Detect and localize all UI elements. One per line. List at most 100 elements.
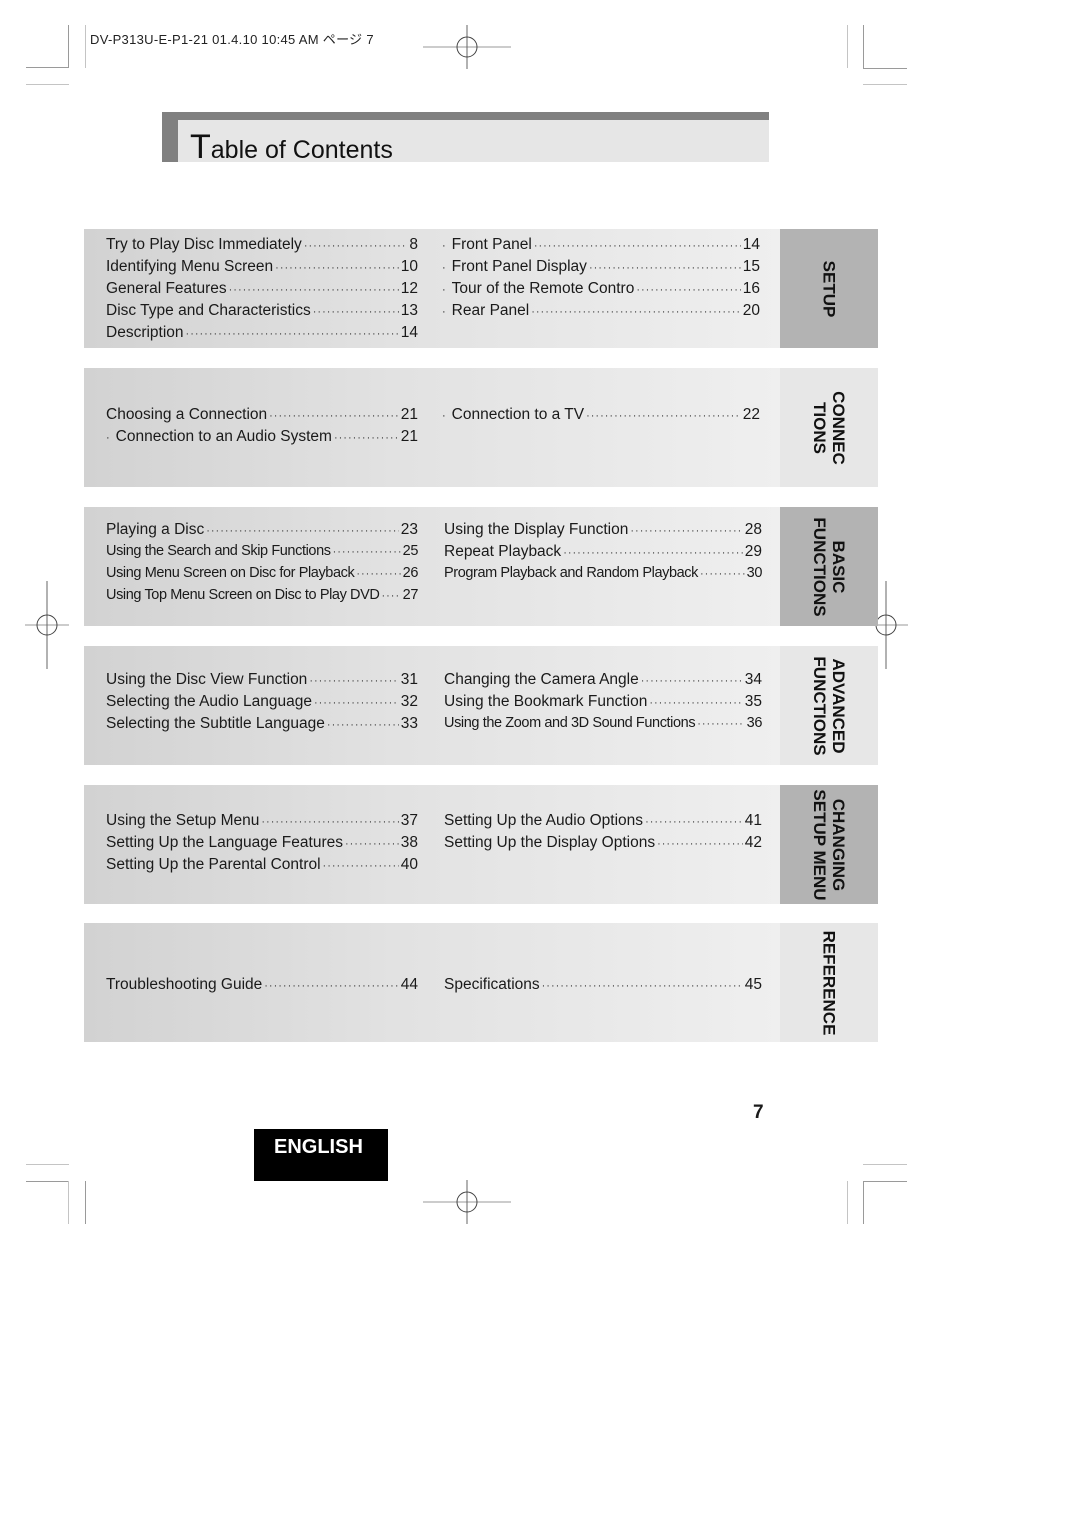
tab-label-line: BASIC: [829, 540, 848, 593]
toc-entry-title: Rear Panel: [451, 302, 530, 319]
section-tab[interactable]: REFERENCE: [780, 923, 878, 1042]
dot-leader: [542, 980, 743, 992]
tab-label-line: SETUP: [819, 260, 839, 317]
toc-entry[interactable]: Setting Up the Audio Options 41: [444, 812, 762, 830]
toc-entry-page: 38: [400, 834, 418, 851]
toc-entry[interactable]: Using Top Menu Screen on Disc to Play DV…: [106, 587, 418, 603]
dot-leader: [697, 718, 744, 730]
dot-leader: [700, 568, 745, 580]
toc-entry[interactable]: Using the Display Function 28: [444, 521, 762, 539]
toc-entry-title: Setting Up the Audio Options: [444, 812, 644, 829]
toc-entry[interactable]: Troubleshooting Guide 44: [106, 976, 418, 994]
dot-leader: [334, 432, 399, 444]
section-tab[interactable]: ADVANCED FUNCTIONS: [780, 646, 878, 765]
dot-leader: [657, 838, 743, 850]
toc-entry-title: Using the Disc View Function: [106, 671, 308, 688]
toc-entry-title: Tour of the Remote Contro: [451, 280, 635, 297]
section-tab[interactable]: SETUP: [780, 229, 878, 348]
toc-entry[interactable]: · Front Panel 14: [442, 236, 760, 254]
toc-entry-title: Disc Type and Characteristics: [106, 302, 311, 319]
dot-leader: [261, 816, 398, 828]
toc-entry[interactable]: Using the Bookmark Function 35: [444, 693, 762, 711]
toc-entry[interactable]: · Connection to a TV 22: [442, 406, 760, 424]
section-tab[interactable]: CHANGING SETUP MENU: [780, 785, 878, 904]
section-tab-label: CHANGING SETUP MENU: [810, 789, 848, 900]
toc-entry[interactable]: Choosing a Connection 21: [106, 406, 418, 424]
toc-entry[interactable]: Repeat Playback 29: [444, 543, 762, 561]
crop-mark: [26, 1164, 69, 1165]
toc-entry[interactable]: Specifications 45: [444, 976, 762, 994]
section-tab[interactable]: CONNEC TIONS: [780, 368, 878, 487]
toc-entry[interactable]: · Connection to an Audio System 21: [106, 428, 418, 446]
toc-entry-page: 32: [400, 693, 418, 710]
bullet-icon: ·: [442, 240, 446, 252]
crop-mark: [863, 1181, 864, 1224]
toc-entry-page: 36: [746, 715, 763, 731]
dot-leader: [636, 284, 740, 296]
tab-label-line: CONNEC: [829, 390, 848, 465]
toc-entry[interactable]: Setting Up the Language Features 38: [106, 834, 418, 852]
toc-section: SETUP Try to Play Disc Immediately 8 Identi…: [84, 229, 878, 348]
section-tab[interactable]: BASIC FUNCTIONS: [780, 507, 878, 626]
crop-mark: [26, 67, 69, 68]
toc-entry-page: 34: [744, 671, 762, 688]
toc-entry[interactable]: Identifying Menu Screen 10: [106, 258, 418, 276]
dot-leader: [381, 590, 400, 602]
toc-entry[interactable]: · Front Panel Display 15: [442, 258, 760, 276]
toc-entry[interactable]: Using the Search and Skip Functions 25: [106, 543, 418, 559]
toc-entry[interactable]: Program Playback and Random Playback 30: [444, 565, 762, 581]
toc-entry[interactable]: Using Menu Screen on Disc for Playback 26: [106, 565, 418, 581]
page-title: Table of Contents: [190, 128, 393, 167]
toc-entry-page: 13: [400, 302, 418, 319]
toc-entry-title: Connection to an Audio System: [115, 428, 332, 445]
toc-entry-title: Description: [106, 324, 184, 341]
toc-entry[interactable]: General Features 12: [106, 280, 418, 298]
toc-entry[interactable]: Description 14: [106, 324, 418, 342]
toc-entry-page: 14: [742, 236, 760, 253]
toc-entry-page: 15: [742, 258, 760, 275]
dot-leader: [264, 980, 399, 992]
dot-leader: [314, 697, 399, 709]
toc-entry-title: Using Menu Screen on Disc for Playback: [106, 565, 355, 581]
section-tab-label: SETUP: [820, 260, 839, 317]
dot-leader: [313, 306, 399, 318]
dot-leader: [586, 410, 741, 422]
toc-entry-title: Front Panel Display: [451, 258, 587, 275]
toc-entry[interactable]: Using the Disc View Function 31: [106, 671, 418, 689]
toc-entry[interactable]: Selecting the Subtitle Language 33: [106, 715, 418, 733]
toc-entry[interactable]: Setting Up the Display Options 42: [444, 834, 762, 852]
dot-leader: [563, 547, 743, 559]
toc-entry[interactable]: Selecting the Audio Language 32: [106, 693, 418, 711]
toc-entry-title: Specifications: [444, 976, 540, 993]
toc-entry[interactable]: Using the Setup Menu 37: [106, 812, 418, 830]
dot-leader: [269, 410, 399, 422]
toc-entry-title: Setting Up the Language Features: [106, 834, 343, 851]
dot-leader: [275, 262, 399, 274]
toc-entry[interactable]: Using the Zoom and 3D Sound Functions 36: [444, 715, 762, 731]
toc-entry-page: 40: [400, 856, 418, 873]
dot-leader: [531, 306, 741, 318]
crop-mark: [847, 25, 848, 68]
section-tab-label: ADVANCED FUNCTIONS: [810, 656, 848, 755]
toc-entry[interactable]: Try to Play Disc Immediately 8: [106, 236, 418, 254]
toc-entry-title: Troubleshooting Guide: [106, 976, 263, 993]
toc-entry-page: 14: [400, 324, 418, 341]
toc-entry-page: 44: [400, 976, 418, 993]
toc-entry-title: Playing a Disc: [106, 521, 205, 538]
toc-entry[interactable]: · Rear Panel 20: [442, 302, 760, 320]
toc-entry-title: Repeat Playback: [444, 543, 562, 560]
crop-mark: [68, 1181, 69, 1224]
crop-mark: [863, 25, 864, 68]
crop-mark: [85, 25, 86, 68]
toc-entry[interactable]: · Tour of the Remote Contro 16: [442, 280, 760, 298]
toc-entry-page: 29: [744, 543, 762, 560]
toc-entry[interactable]: Changing the Camera Angle 34: [444, 671, 762, 689]
toc-entry-page: 22: [742, 406, 760, 423]
toc-entry[interactable]: Setting Up the Parental Control 40: [106, 856, 418, 874]
toc-entry[interactable]: Disc Type and Characteristics 13: [106, 302, 418, 320]
toc-entry[interactable]: Playing a Disc 23: [106, 521, 418, 539]
dot-leader: [229, 284, 399, 296]
toc-entry-title: Choosing a Connection: [106, 406, 268, 423]
toc-entry-page: 23: [400, 521, 418, 538]
toc-entry-page: 25: [402, 543, 419, 559]
